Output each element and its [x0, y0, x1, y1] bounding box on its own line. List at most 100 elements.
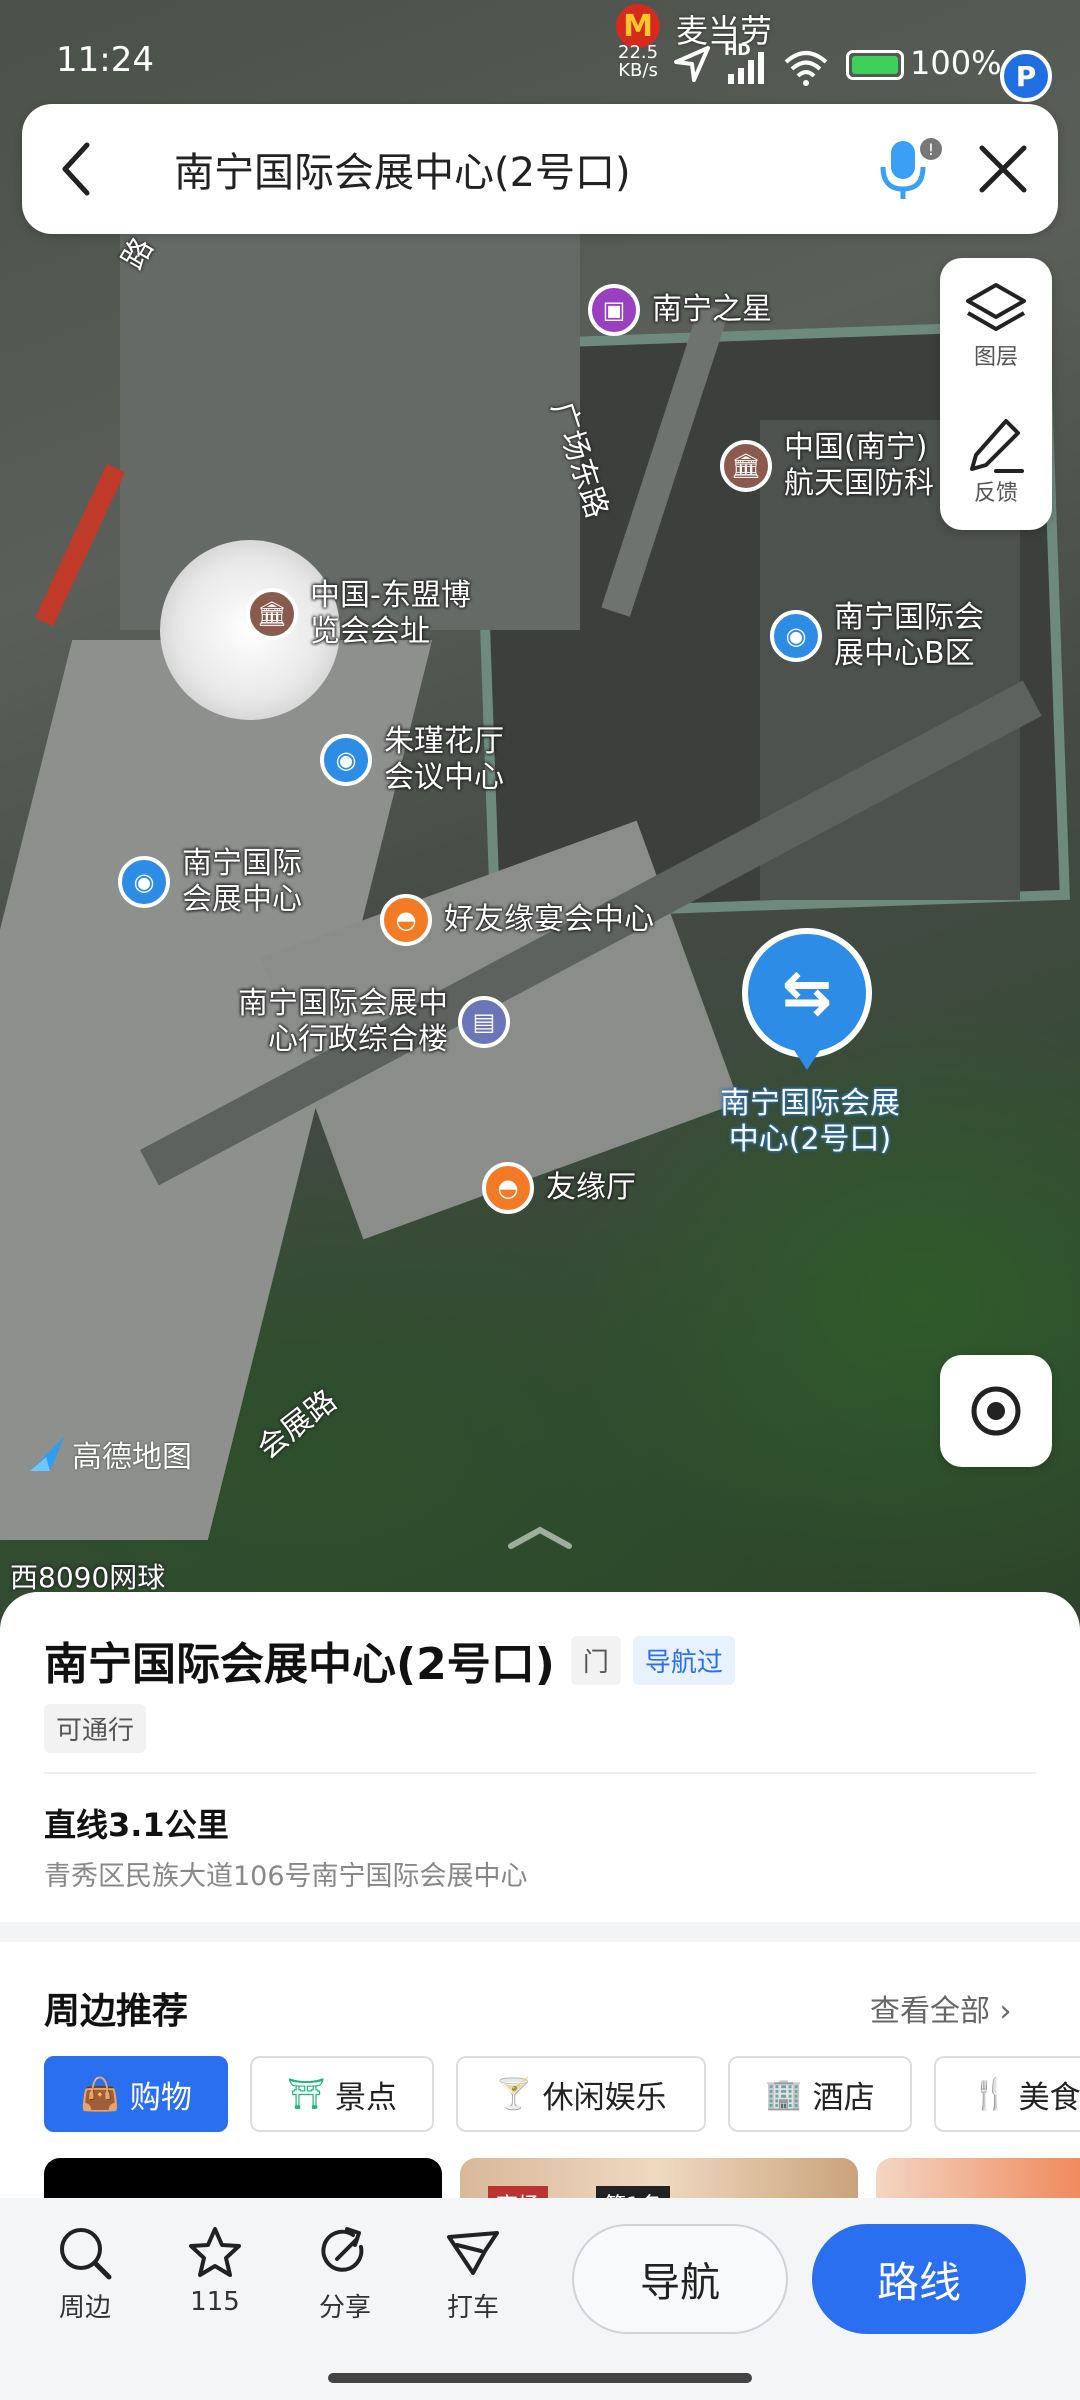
chevron-up-icon — [508, 1526, 572, 1549]
map-view[interactable]: ▣ 南宁之星 🏛 中国(南宁) 航天国防科 🏛 中国-东盟博 览会会址 ◉ 南宁… — [0, 0, 1080, 1640]
nearby-title: 周边推荐 — [44, 1991, 189, 2032]
entrance-icon: ⇆ — [742, 928, 872, 1058]
share-button[interactable]: 分享 — [300, 2225, 390, 2324]
chip-label: 景点 — [335, 2079, 398, 2116]
poi-zhujin-hall[interactable]: ◉ 朱瑾花厅 会议中心 — [320, 724, 504, 796]
cocktail-icon: 🍸 — [495, 2076, 533, 2112]
navigate-button[interactable]: 导航 — [572, 2224, 788, 2334]
venue-icon: ◉ — [118, 856, 170, 908]
road-label-huizhan: 会展路 — [250, 1383, 344, 1467]
nearby-label: 周边 — [58, 2293, 111, 2323]
home-indicator — [328, 2373, 752, 2383]
poi-expo-center[interactable]: ◉ 南宁国际 会展中心 — [118, 846, 302, 918]
poi-label: 好友缘宴会中心 — [444, 902, 654, 937]
map-side-tools: 图层 反馈 — [940, 258, 1052, 530]
location-arrow-icon — [674, 46, 710, 82]
poi-label: 中国(南宁) 航天国防科 — [784, 430, 934, 501]
poi-youyuan-hall[interactable]: ◓ 友缘厅 — [482, 1162, 636, 1214]
bag-icon: 👜 — [80, 2075, 120, 2113]
chip-leisure[interactable]: 🍸 休闲娱乐 — [456, 2056, 706, 2132]
poi-label: 南宁国际会展中 心行政综合楼 — [238, 986, 448, 1057]
place-title: 南宁国际会展中心(2号口) — [44, 1639, 555, 1690]
poi-aerospace-museum[interactable]: 🏛 中国(南宁) 航天国防科 — [720, 430, 934, 502]
taxi-flag-icon — [447, 2231, 499, 2275]
venue-icon: ◉ — [770, 610, 822, 662]
wifi-icon — [784, 51, 828, 86]
battery-percent: 100% — [910, 44, 1002, 82]
pavilion-icon: ⛩ — [286, 2076, 326, 2112]
voice-button[interactable]: ! — [858, 104, 948, 234]
share-label: 分享 — [318, 2293, 371, 2323]
favorite-button[interactable]: 115 — [170, 2225, 260, 2317]
favorite-count: 115 — [190, 2287, 240, 2317]
clear-button[interactable] — [948, 104, 1058, 234]
layers-button[interactable]: 图层 — [940, 258, 1052, 394]
poi-asean-expo-site[interactable]: 🏛 中国-东盟博 览会会址 — [246, 578, 471, 650]
chip-food[interactable]: 🍴 美食 — [934, 2056, 1080, 2132]
search-query[interactable]: 南宁国际会展中心(2号口) — [132, 140, 858, 198]
chip-hotel[interactable]: 🏢 酒店 — [728, 2056, 912, 2132]
food-icon: ◓ — [482, 1162, 534, 1214]
poi-label: 南宁国际会 展中心B区 — [834, 600, 984, 671]
navigated-tag: 导航过 — [632, 1635, 735, 1685]
parking-icon: P — [1000, 50, 1052, 102]
layers-icon — [966, 283, 1026, 331]
passable-tag: 可通行 — [44, 1704, 147, 1753]
close-icon — [979, 145, 1027, 193]
fork-icon: 🍴 — [971, 2076, 1009, 2112]
chip-label: 美食 — [1018, 2079, 1080, 2116]
place-title-row: 南宁国际会展中心(2号口) 门 导航过 — [44, 1628, 735, 1692]
poi-label: 南宁之星 — [652, 292, 772, 327]
feedback-label: 反馈 — [973, 481, 1018, 506]
signal-icon — [728, 52, 764, 84]
pin-tail — [790, 1044, 824, 1070]
map-logo-text: 高德地图 — [72, 1440, 192, 1475]
museum-icon: 🏛 — [720, 440, 772, 492]
venue-icon: ◉ — [320, 734, 372, 786]
search-icon — [60, 2228, 112, 2280]
nearby-button[interactable]: 周边 — [40, 2225, 130, 2324]
type-tag: 门 — [570, 1635, 621, 1685]
section-gap — [0, 1922, 1080, 1942]
poi-expo-b-zone[interactable]: ◉ 南宁国际会 展中心B区 — [770, 600, 984, 672]
chevron-left-icon — [62, 142, 90, 196]
amap-logo-icon — [30, 1437, 64, 1471]
selected-pin[interactable]: ⇆ — [742, 928, 872, 1078]
layers-label: 图层 — [973, 345, 1018, 370]
sheet-handle-chevron[interactable] — [505, 1522, 575, 1552]
feedback-button[interactable]: 反馈 — [940, 394, 1052, 530]
chip-label: 购物 — [129, 2079, 192, 2116]
chip-shopping[interactable]: 👜 购物 — [44, 2056, 228, 2132]
taxi-button[interactable]: 打车 — [428, 2225, 518, 2324]
poi-admin-building[interactable]: ▤ 南宁国际会展中 心行政综合楼 — [238, 986, 510, 1058]
museum-icon: 🏛 — [246, 588, 298, 640]
poi-label: 友缘厅 — [546, 1170, 636, 1205]
map-label-tennis: 西8090网球 — [10, 1561, 166, 1594]
status-time: 11:24 — [56, 40, 154, 80]
net-speed: 22.5 KB/s — [618, 44, 658, 80]
locate-me-button[interactable] — [940, 1355, 1052, 1467]
office-icon: ▤ — [458, 996, 510, 1048]
star-icon — [189, 2227, 241, 2277]
notice-dot-icon: ! — [920, 138, 942, 160]
poi-label: 南宁国际 会展中心 — [182, 846, 302, 917]
selected-pin-label: 南宁国际会展 中心(2号口) — [720, 1086, 900, 1157]
poi-nanning-star[interactable]: ▣ 南宁之星 — [588, 284, 772, 336]
divider — [44, 1772, 1036, 1774]
chip-label: 酒店 — [812, 2079, 875, 2116]
poi-label: 中国-东盟博 览会会址 — [310, 578, 471, 649]
share-icon — [321, 2227, 364, 2272]
view-all-link[interactable]: 查看全部 › — [870, 1986, 1012, 2030]
chip-scenic[interactable]: ⛩ 景点 — [250, 2056, 434, 2132]
food-icon: ◓ — [380, 894, 432, 946]
back-button[interactable] — [22, 104, 132, 234]
poi-haoyouyuan-banquet[interactable]: ◓ 好友缘宴会中心 — [380, 894, 654, 946]
map-red-strip — [35, 463, 125, 627]
address-text[interactable]: 青秀区民族大道106号南宁国际会展中心 — [44, 1854, 528, 1893]
net-speed-unit: KB/s — [618, 60, 658, 81]
shop-icon: ▣ — [588, 284, 640, 336]
status-bar: 11:24 M 麦当劳 22.5 KB/s HD 100% P — [0, 0, 1080, 102]
route-button[interactable]: 路线 — [812, 2224, 1026, 2334]
chip-label: 休闲娱乐 — [542, 2079, 667, 2116]
edit-pen-icon — [970, 419, 1024, 473]
